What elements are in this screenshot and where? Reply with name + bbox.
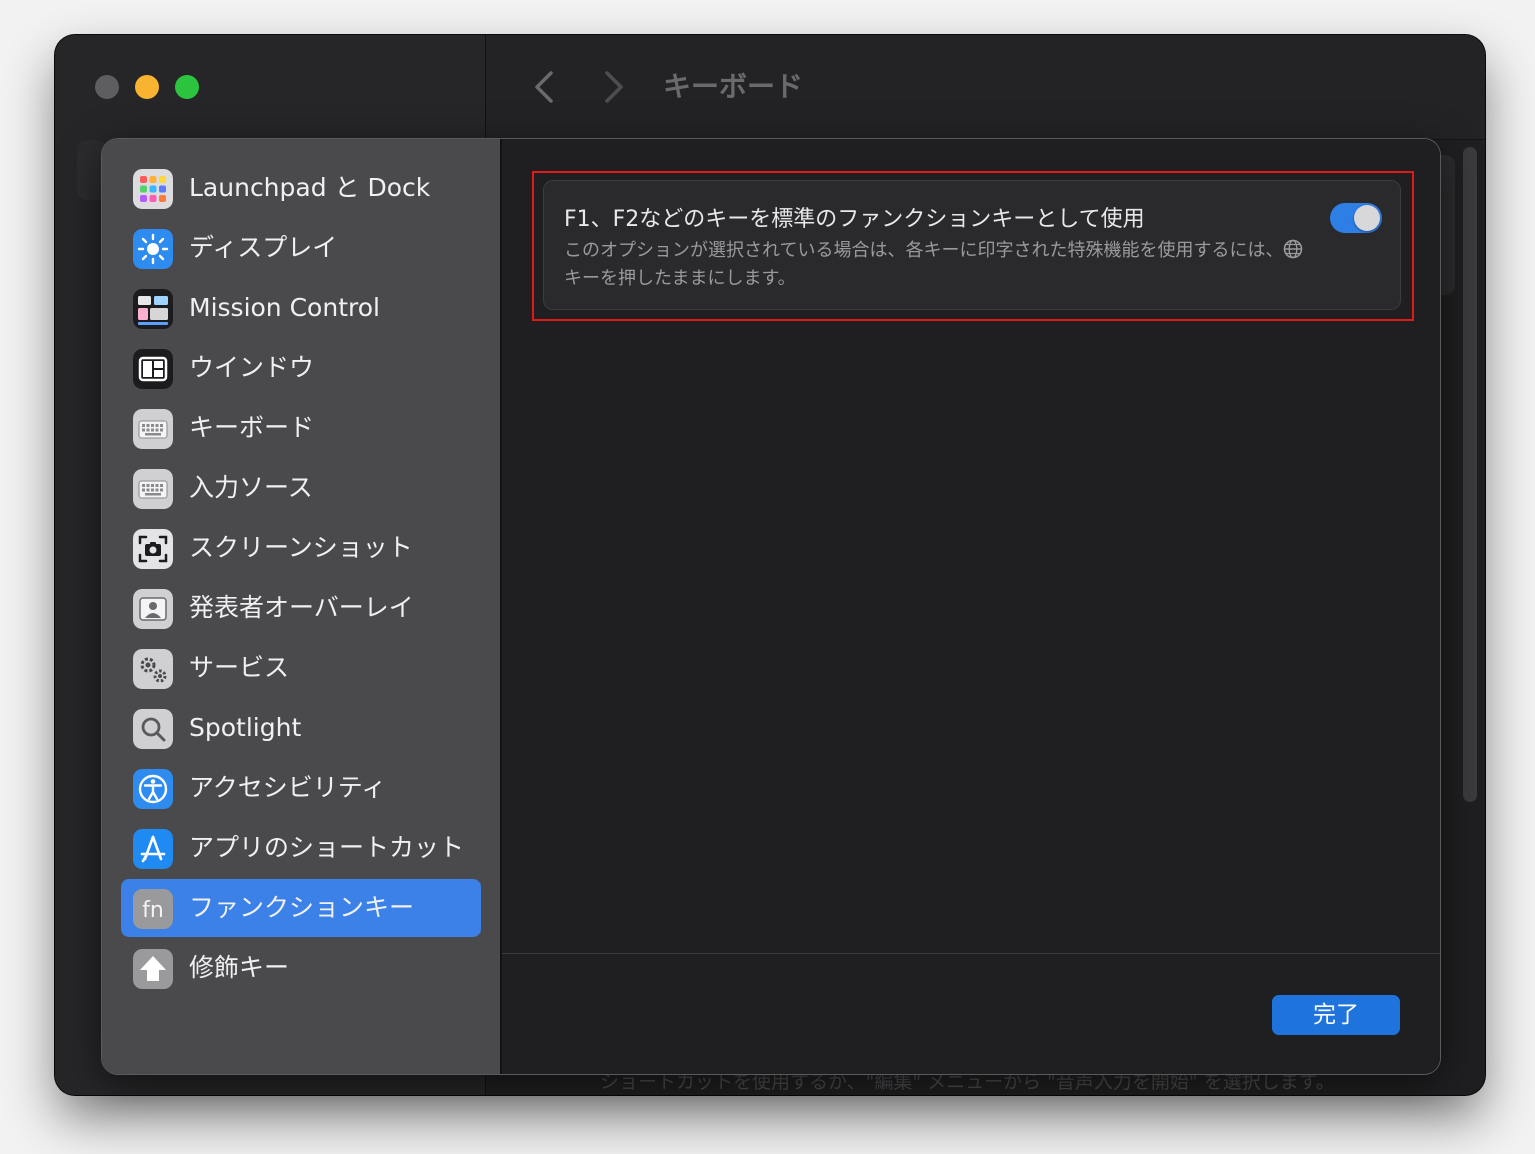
spotlight-search-icon	[133, 709, 173, 749]
sidebar-item-label: ファンクションキー	[189, 893, 415, 922]
sidebar-item-label: ウインドウ	[189, 353, 315, 382]
display-brightness-icon	[133, 229, 173, 269]
window-title: キーボード	[663, 70, 804, 103]
sidebar-item-label: Spotlight	[189, 713, 302, 742]
sidebar-item-accessibility[interactable]: アクセシビリティ	[121, 759, 481, 817]
toggle-knob	[1354, 205, 1380, 231]
sidebar-item-app-shortcuts[interactable]: アプリのショートカット	[121, 819, 481, 877]
sidebar-item-label: 修飾キー	[189, 953, 290, 982]
sidebar-item-display[interactable]: ディスプレイ	[121, 219, 481, 277]
function-keys-option: F1、F2などのキーを標準のファンクションキーとして使用 このオプションが選択さ…	[543, 180, 1401, 310]
sidebar-item-keyboard[interactable]: キーボード	[121, 399, 481, 457]
sheet-sidebar: Launchpad と Dock ディスプレイ Mission Control …	[102, 139, 502, 1074]
modifier-keys-icon	[133, 949, 173, 989]
keyboard-icon	[133, 409, 173, 449]
screenshot-icon	[133, 529, 173, 569]
mission-control-icon	[133, 289, 173, 329]
sidebar-item-label: ディスプレイ	[189, 233, 338, 262]
option-description-text: キーを押したままにします。	[564, 268, 796, 289]
services-gear-icon	[133, 649, 173, 689]
background-scrollbar	[1463, 147, 1477, 802]
sidebar-item-launchpad-dock[interactable]: Launchpad と Dock	[121, 159, 481, 217]
back-chevron-icon[interactable]	[531, 65, 557, 109]
sidebar-item-input-sources[interactable]: 入力ソース	[121, 459, 481, 517]
sidebar-item-label: 入力ソース	[189, 473, 313, 502]
function-keys-toggle[interactable]	[1330, 203, 1382, 233]
sidebar-item-label: アプリのショートカット	[189, 833, 465, 862]
sidebar-item-label: 発表者オーバーレイ	[189, 593, 414, 622]
sidebar-item-label: アクセシビリティ	[189, 773, 387, 802]
input-source-icon	[133, 469, 173, 509]
sheet-footer: 完了	[502, 953, 1440, 1074]
globe-icon	[1284, 239, 1303, 259]
option-description-text: このオプションが選択されている場合は、各キーに印字された特殊機能を使用するには、	[564, 240, 1284, 261]
sidebar-item-label: Launchpad と Dock	[189, 173, 431, 202]
sidebar-item-services[interactable]: サービス	[121, 639, 481, 697]
sidebar-item-function-keys[interactable]: fn ファンクションキー	[121, 879, 481, 937]
close-window-button[interactable]	[95, 75, 119, 99]
sidebar-item-label: Mission Control	[189, 293, 380, 322]
window-layout-icon	[133, 349, 173, 389]
sidebar-item-label: キーボード	[189, 413, 315, 442]
sidebar-item-screenshot[interactable]: スクリーンショット	[121, 519, 481, 577]
fn-key-icon: fn	[133, 889, 173, 929]
function-keys-sheet: Launchpad と Dock ディスプレイ Mission Control …	[102, 139, 1440, 1074]
sidebar-item-mission-control[interactable]: Mission Control	[121, 279, 481, 337]
option-title: F1、F2などのキーを標準のファンクションキーとして使用	[564, 207, 1145, 232]
sidebar-item-spotlight[interactable]: Spotlight	[121, 699, 481, 757]
app-shortcuts-icon	[133, 829, 173, 869]
sidebar-item-label: スクリーンショット	[189, 533, 413, 562]
zoom-window-button[interactable]	[175, 75, 199, 99]
accessibility-icon	[133, 769, 173, 809]
done-button[interactable]: 完了	[1272, 995, 1400, 1035]
presenter-overlay-icon	[133, 589, 173, 629]
minimize-window-button[interactable]	[135, 75, 159, 99]
window-toolbar	[486, 35, 1485, 140]
sidebar-item-label: サービス	[189, 653, 290, 682]
option-description: このオプションが選択されている場合は、各キーに印字された特殊機能を使用するには、…	[564, 237, 1304, 293]
sidebar-item-window[interactable]: ウインドウ	[121, 339, 481, 397]
sheet-content: F1、F2などのキーを標準のファンクションキーとして使用 このオプションが選択さ…	[502, 139, 1440, 953]
forward-chevron-icon[interactable]	[601, 65, 627, 109]
sidebar-item-presenter-overlay[interactable]: 発表者オーバーレイ	[121, 579, 481, 637]
launchpad-icon	[133, 169, 173, 209]
svg-text:fn: fn	[142, 898, 164, 923]
sidebar-item-modifier-keys[interactable]: 修飾キー	[121, 939, 481, 997]
